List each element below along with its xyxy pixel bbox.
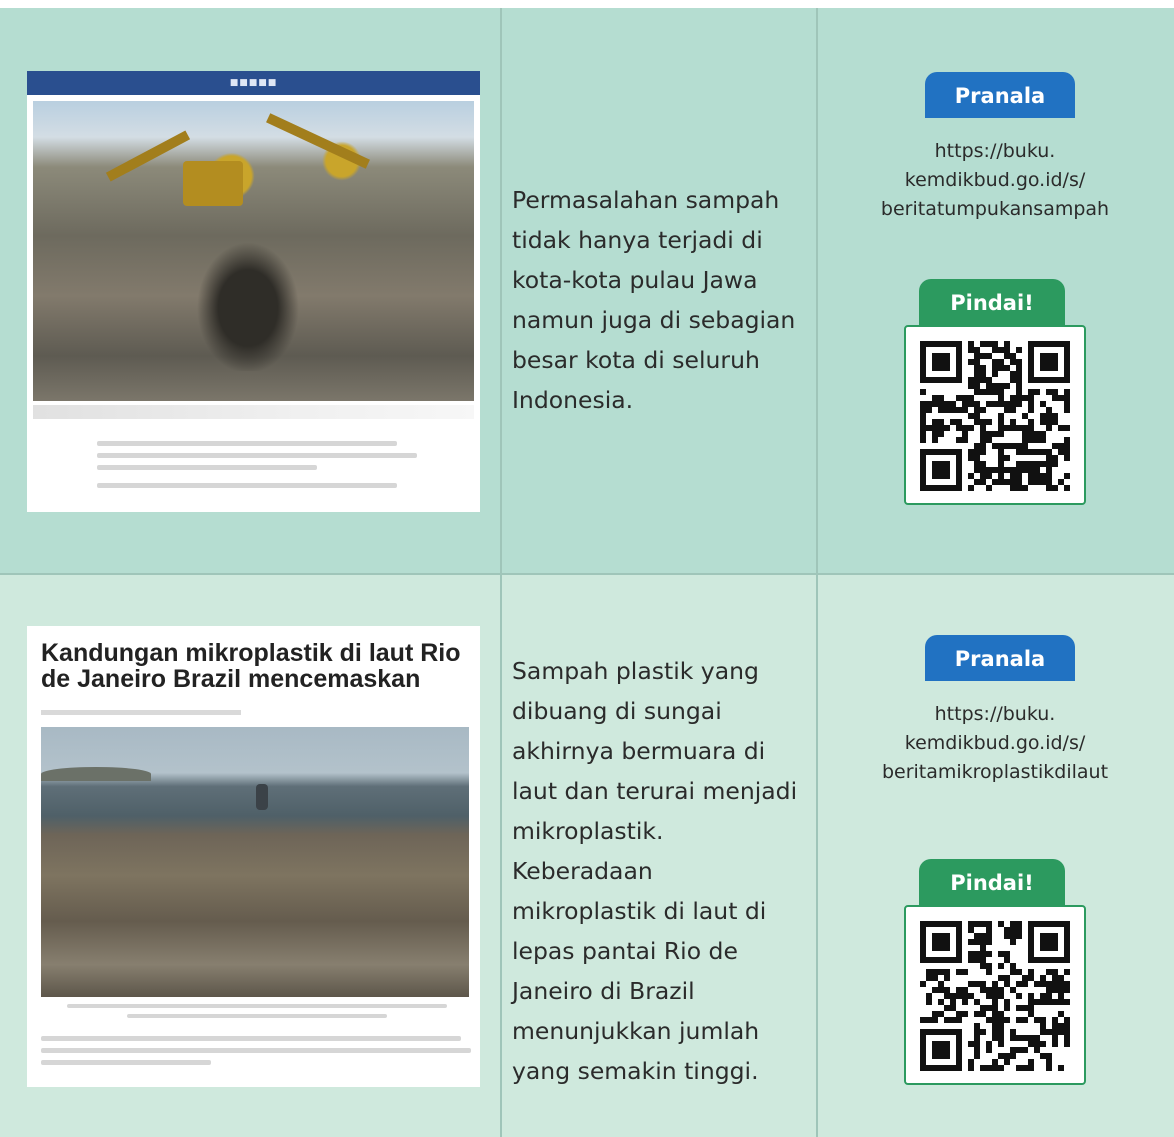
link-table: ■■■■■ Kandungan mikroplastik di laut Rio…: [0, 8, 1174, 1137]
article-text-line: [97, 441, 397, 446]
pindai-badge: Pindai!: [919, 859, 1065, 905]
island: [41, 767, 151, 781]
pranala-badge: Pranala: [925, 72, 1075, 118]
excavator-arm: [266, 113, 370, 169]
photo-caption-blur: [67, 1004, 447, 1008]
qr-code-box[interactable]: [904, 325, 1086, 505]
article-meta-blur: [41, 710, 241, 715]
excavator-arm: [105, 130, 191, 182]
article-text-line: [41, 1048, 471, 1053]
article-text-line: [97, 483, 397, 488]
article-text-line: [41, 1060, 211, 1065]
beach-plastic-photo: [41, 727, 469, 997]
qr-code-icon: [920, 341, 1070, 491]
qr-code-box[interactable]: [904, 905, 1086, 1085]
article-headline: Kandungan mikroplastik di laut Rio de Ja…: [41, 639, 461, 693]
qr-code-icon: [920, 921, 1070, 1071]
landfill-photo: [33, 101, 474, 401]
article-text-line: [97, 453, 417, 458]
photo-caption-blur: [127, 1014, 387, 1018]
description-text: Permasalahan sampah tidak hanya terjadi …: [512, 186, 796, 414]
excavator-cab: [183, 161, 243, 206]
column-divider: [500, 8, 502, 1137]
news-clipping-sampah: ■■■■■: [27, 71, 480, 512]
article-text-line: [41, 1036, 461, 1041]
photo-caption-blur: [33, 405, 474, 419]
pranala-link[interactable]: https://buku. kemdikbud.go.id/s/beritamik…: [825, 700, 1165, 787]
garbage-pit: [188, 231, 308, 371]
news-clipping-mikroplastik: Kandungan mikroplastik di laut Rio de Ja…: [27, 626, 480, 1087]
pindai-badge: Pindai!: [919, 279, 1065, 325]
newspaper-header-bar: ■■■■■: [27, 71, 480, 95]
article-text-line: [97, 465, 317, 470]
column-divider: [816, 8, 818, 1137]
person: [256, 784, 268, 810]
pranala-badge: Pranala: [925, 635, 1075, 681]
row-divider: [0, 573, 1174, 575]
pranala-link[interactable]: https://buku. kemdikbud.go.id/s/beritatum…: [825, 137, 1165, 224]
description-text: Sampah plastik yang dibuang di sungai ak…: [512, 657, 798, 1085]
